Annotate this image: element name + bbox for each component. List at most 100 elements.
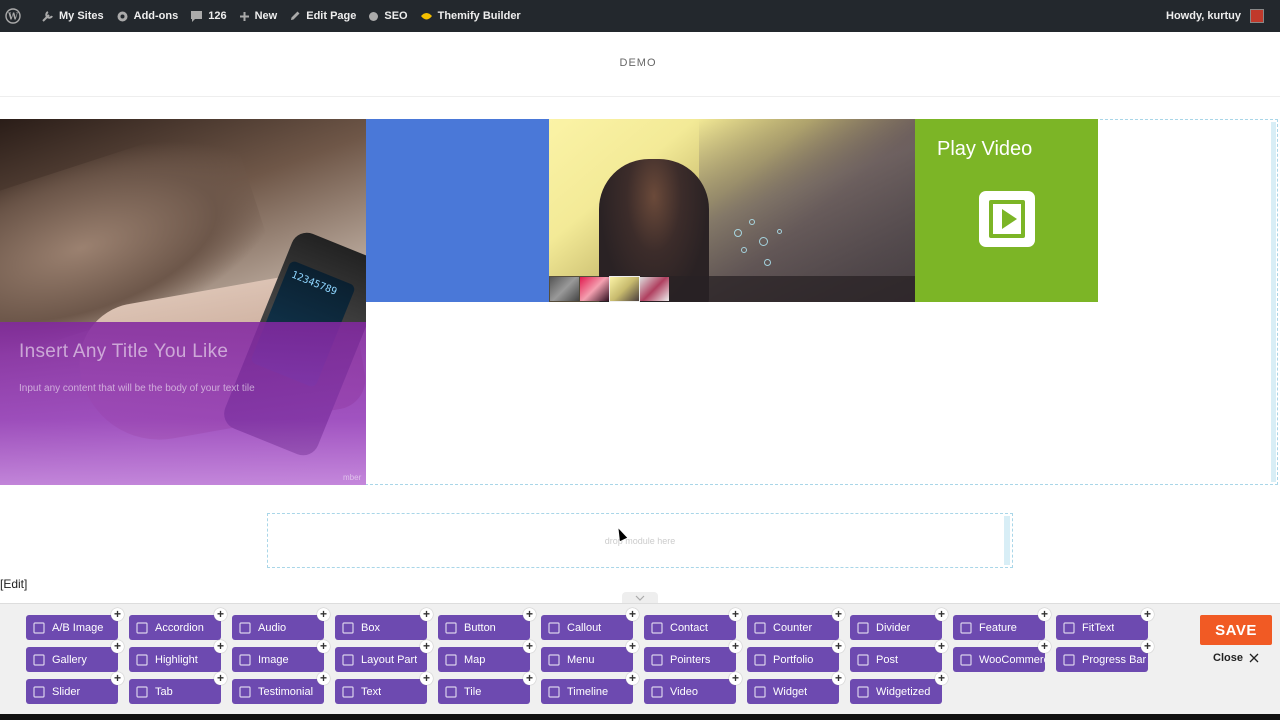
- module-progress-bar[interactable]: Progress Bar +: [1056, 640, 1154, 672]
- seo-menu[interactable]: SEO: [362, 0, 413, 32]
- module-dropzone[interactable]: drop module here: [267, 513, 1013, 568]
- add-module-plus-icon[interactable]: +: [523, 640, 536, 653]
- module-accordion[interactable]: Accordion +: [129, 608, 227, 640]
- site-title[interactable]: DEMO: [0, 57, 1276, 69]
- module-label: Testimonial: [258, 685, 314, 698]
- text-icon: [341, 685, 354, 698]
- module-divider[interactable]: Divider +: [850, 608, 948, 640]
- close-icon: [1249, 653, 1259, 663]
- comments-menu[interactable]: 126: [184, 0, 232, 32]
- my-sites-menu[interactable]: My Sites: [35, 0, 110, 32]
- module-menu[interactable]: Menu +: [541, 640, 639, 672]
- module-map[interactable]: Map +: [438, 640, 536, 672]
- module-fittext[interactable]: FitText +: [1056, 608, 1154, 640]
- play-icon[interactable]: [979, 191, 1035, 247]
- add-module-plus-icon[interactable]: +: [523, 608, 536, 621]
- add-module-plus-icon[interactable]: +: [420, 672, 433, 685]
- wordpress-menu[interactable]: W: [0, 0, 27, 32]
- add-module-plus-icon[interactable]: +: [935, 608, 948, 621]
- add-module-plus-icon[interactable]: +: [729, 672, 742, 685]
- dropzone-scrollbar[interactable]: [1004, 516, 1010, 565]
- gallery-tile[interactable]: [549, 119, 915, 302]
- module-tile[interactable]: Tile +: [438, 672, 536, 704]
- module-counter[interactable]: Counter +: [747, 608, 845, 640]
- blue-tile[interactable]: [366, 119, 549, 302]
- ab-image-icon: [32, 621, 45, 634]
- add-module-plus-icon[interactable]: +: [420, 640, 433, 653]
- module-woocommerce[interactable]: WooCommerce+: [953, 640, 1051, 672]
- add-module-plus-icon[interactable]: +: [317, 672, 330, 685]
- module-highlight[interactable]: Highlight +: [129, 640, 227, 672]
- close-button[interactable]: Close: [1213, 652, 1259, 664]
- button-icon: [444, 621, 457, 634]
- module-layout-part[interactable]: Layout Part +: [335, 640, 433, 672]
- play-icon-frame: [989, 200, 1025, 238]
- row-scrollbar[interactable]: [1271, 122, 1276, 482]
- add-module-plus-icon[interactable]: +: [317, 608, 330, 621]
- video-tile[interactable]: Play Video: [915, 119, 1098, 302]
- edit-link[interactable]: [Edit]: [0, 577, 27, 591]
- add-module-plus-icon[interactable]: +: [832, 640, 845, 653]
- add-module-plus-icon[interactable]: +: [420, 608, 433, 621]
- add-module-plus-icon[interactable]: +: [626, 672, 639, 685]
- add-module-plus-icon[interactable]: +: [214, 608, 227, 621]
- plus-icon: [239, 11, 249, 21]
- add-module-plus-icon[interactable]: +: [317, 640, 330, 653]
- add-module-plus-icon[interactable]: +: [626, 640, 639, 653]
- module-box[interactable]: Box +: [335, 608, 433, 640]
- module-label: Tile: [464, 685, 482, 698]
- module-gallery[interactable]: Gallery +: [26, 640, 124, 672]
- module-portfolio[interactable]: Portfolio +: [747, 640, 845, 672]
- module-widgetized[interactable]: Widgetized +: [850, 672, 948, 704]
- edit-page-menu[interactable]: Edit Page: [283, 0, 362, 32]
- module-testimonial[interactable]: Testimonial +: [232, 672, 330, 704]
- add-module-plus-icon[interactable]: +: [214, 640, 227, 653]
- add-module-plus-icon[interactable]: +: [832, 608, 845, 621]
- add-module-plus-icon[interactable]: +: [626, 608, 639, 621]
- module-text[interactable]: Text +: [335, 672, 433, 704]
- add-module-plus-icon[interactable]: +: [214, 672, 227, 685]
- module-button[interactable]: Button +: [438, 608, 536, 640]
- module-tab[interactable]: Tab +: [129, 672, 227, 704]
- header-divider: [0, 96, 1280, 97]
- add-module-plus-icon[interactable]: +: [111, 608, 124, 621]
- addons-menu[interactable]: Add-ons: [110, 0, 185, 32]
- add-module-plus-icon[interactable]: +: [111, 640, 124, 653]
- gallery-thumbnail[interactable]: [609, 276, 640, 302]
- module-a-b-image[interactable]: A/B Image +: [26, 608, 124, 640]
- save-button[interactable]: SAVE: [1200, 615, 1272, 645]
- add-module-plus-icon[interactable]: +: [1038, 640, 1051, 653]
- text-tile[interactable]: 12345789 Insert Any Title You Like Input…: [0, 119, 366, 485]
- add-module-plus-icon[interactable]: +: [832, 672, 845, 685]
- module-image[interactable]: Image +: [232, 640, 330, 672]
- add-module-plus-icon[interactable]: +: [1141, 608, 1154, 621]
- add-module-plus-icon[interactable]: +: [935, 672, 948, 685]
- new-menu[interactable]: New: [233, 0, 284, 32]
- module-slider[interactable]: Slider +: [26, 672, 124, 704]
- add-module-plus-icon[interactable]: +: [1141, 640, 1154, 653]
- add-module-plus-icon[interactable]: +: [523, 672, 536, 685]
- module-widget[interactable]: Widget +: [747, 672, 845, 704]
- gallery-thumbnail[interactable]: [580, 277, 609, 301]
- account-menu[interactable]: Howdy, kurtuy: [1160, 0, 1280, 32]
- themify-builder-label: Themify Builder: [437, 10, 521, 22]
- timeline-icon: [547, 685, 560, 698]
- add-module-plus-icon[interactable]: +: [729, 640, 742, 653]
- add-module-plus-icon[interactable]: +: [111, 672, 124, 685]
- gallery-thumbnail[interactable]: [640, 277, 669, 301]
- module-pointers[interactable]: Pointers +: [644, 640, 742, 672]
- module-post[interactable]: Post +: [850, 640, 948, 672]
- module-video[interactable]: Video +: [644, 672, 742, 704]
- add-module-plus-icon[interactable]: +: [935, 640, 948, 653]
- module-callout[interactable]: Callout +: [541, 608, 639, 640]
- module-feature[interactable]: Feature +: [953, 608, 1051, 640]
- module-label: Highlight: [155, 653, 198, 666]
- module-audio[interactable]: Audio +: [232, 608, 330, 640]
- module-label: Button: [464, 621, 496, 634]
- themify-builder-menu[interactable]: Themify Builder: [414, 0, 527, 32]
- module-contact[interactable]: Contact +: [644, 608, 742, 640]
- module-timeline[interactable]: Timeline +: [541, 672, 639, 704]
- gallery-thumbnail[interactable]: [550, 277, 579, 301]
- add-module-plus-icon[interactable]: +: [1038, 608, 1051, 621]
- add-module-plus-icon[interactable]: +: [729, 608, 742, 621]
